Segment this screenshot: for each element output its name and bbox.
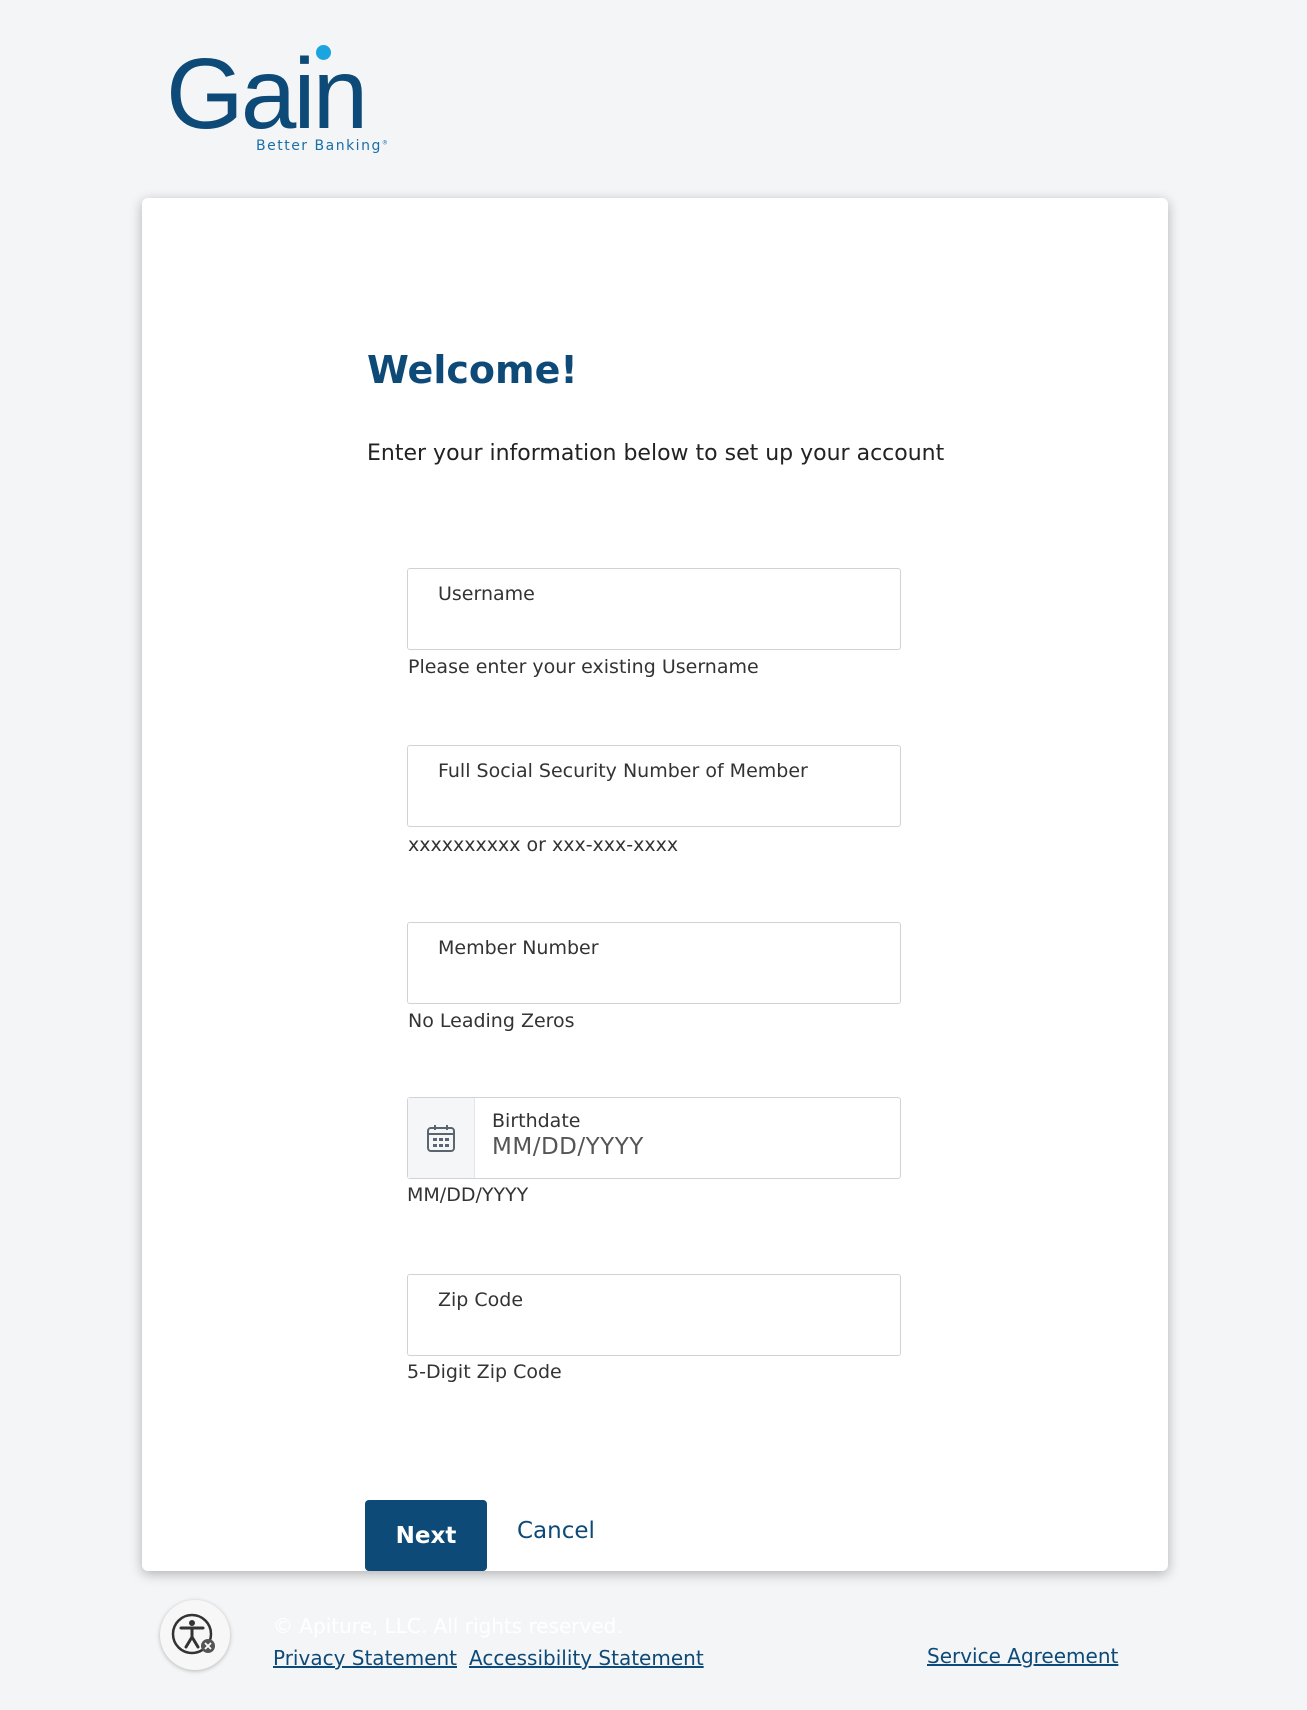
zip-code-helper: 5-Digit Zip Code xyxy=(407,1361,562,1383)
copyright-text: © Apiture, LLC. All rights reserved. xyxy=(273,1614,623,1638)
member-number-label: Member Number xyxy=(438,937,599,959)
username-label: Username xyxy=(438,583,535,605)
calendar-button[interactable] xyxy=(408,1098,475,1178)
accessibility-button[interactable] xyxy=(160,1600,230,1670)
username-helper: Please enter your existing Username xyxy=(408,656,759,678)
ssn-label: Full Social Security Number of Member xyxy=(438,760,808,782)
cancel-button[interactable]: Cancel xyxy=(517,1518,595,1544)
member-number-helper: No Leading Zeros xyxy=(408,1010,575,1032)
accessibility-icon xyxy=(171,1613,215,1655)
zip-code-input[interactable]: Zip Code xyxy=(407,1274,901,1356)
zip-code-label: Zip Code xyxy=(438,1289,524,1311)
member-number-input[interactable]: Member Number xyxy=(407,922,901,1004)
page-title: Welcome! xyxy=(367,348,578,392)
ssn-helper: xxxxxxxxxx or xxx-xxx-xxxx xyxy=(408,834,679,856)
birthdate-placeholder: MM/DD/YYYY xyxy=(492,1134,644,1160)
next-button[interactable]: Next xyxy=(365,1500,487,1571)
privacy-statement-link[interactable]: Privacy Statement xyxy=(273,1646,457,1670)
setup-card: Welcome! Enter your information below to… xyxy=(142,198,1168,1571)
birthdate-input[interactable]: Birthdate MM/DD/YYYY xyxy=(407,1097,901,1179)
logo-dot xyxy=(316,45,331,60)
logo-tagline: Better Banking® xyxy=(256,138,390,154)
birthdate-label: Birthdate xyxy=(492,1110,581,1132)
accessibility-statement-link[interactable]: Accessibility Statement xyxy=(469,1646,704,1670)
birthdate-helper: MM/DD/YYYY xyxy=(407,1184,529,1206)
service-agreement-link[interactable]: Service Agreement xyxy=(927,1644,1118,1668)
gain-logo: Gain Better Banking® xyxy=(166,44,406,159)
username-input[interactable]: Username xyxy=(407,568,901,650)
ssn-input[interactable]: Full Social Security Number of Member xyxy=(407,745,901,827)
logo-wordmark: Gain xyxy=(166,38,368,150)
page-subtitle: Enter your information below to set up y… xyxy=(367,441,945,466)
calendar-icon xyxy=(427,1125,455,1152)
